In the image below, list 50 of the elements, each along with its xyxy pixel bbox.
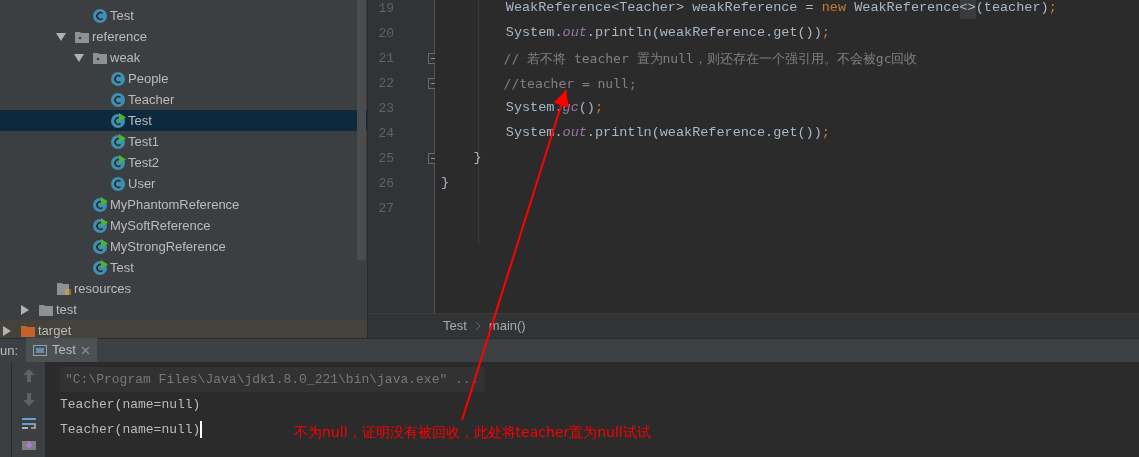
- close-icon[interactable]: [80, 345, 90, 355]
- code-line: }: [472, 149, 483, 168]
- tree-item[interactable]: resources: [0, 278, 367, 299]
- runnable-class-icon: [92, 259, 108, 276]
- breadcrumb[interactable]: Test: [443, 316, 467, 336]
- runnable-class-icon: [92, 238, 108, 255]
- runnable-class-icon: [110, 112, 126, 129]
- console-icon: [33, 343, 48, 357]
- annotation-text: 不为null，证明没有被回收，此处将teacher置为null试试: [294, 423, 651, 442]
- tree-item[interactable]: MySoftReference: [0, 215, 367, 236]
- run-label: un:: [0, 341, 19, 360]
- class-icon: [110, 175, 126, 192]
- code-line: WeakReference<Teacher> weakReference = new WeakReference<>(teacher);: [435, 0, 1139, 21]
- code-line: //teacher = null;: [502, 74, 638, 93]
- class-icon: [110, 70, 126, 87]
- chevron-icon: [474, 321, 481, 331]
- tree-item[interactable]: People: [0, 68, 367, 89]
- tree-item[interactable]: MyStrongReference: [0, 236, 367, 257]
- print-icon[interactable]: [20, 440, 37, 450]
- tree-item[interactable]: Test: [0, 257, 367, 278]
- expanded-arrow-icon[interactable]: [56, 31, 66, 42]
- class-icon: [92, 7, 108, 24]
- console-output: Teacher(name=null): [60, 395, 201, 414]
- tree-item[interactable]: Test1: [0, 131, 367, 152]
- text-cursor: [200, 421, 203, 438]
- tree-item[interactable]: test: [0, 299, 367, 320]
- runnable-class-icon: [92, 217, 108, 234]
- tree-item[interactable]: target: [0, 320, 367, 338]
- tree-item[interactable]: Test2: [0, 152, 367, 173]
- runnable-class-icon: [110, 154, 126, 171]
- class-icon: [110, 91, 126, 108]
- code-line: }: [440, 174, 451, 193]
- runnable-class-icon: [92, 196, 108, 213]
- tree-item[interactable]: Teacher: [0, 89, 367, 110]
- run-tab[interactable]: Test: [26, 338, 97, 362]
- expanded-arrow-icon[interactable]: [74, 52, 84, 63]
- tree-item[interactable]: Test: [0, 110, 367, 131]
- code-line: System.out.println(weakReference.get());: [504, 24, 831, 43]
- runnable-class-icon: [110, 133, 126, 150]
- tree-item[interactable]: weak: [0, 47, 367, 68]
- console-output: Teacher(name=null): [60, 420, 201, 439]
- collapsed-arrow-icon[interactable]: [2, 325, 12, 336]
- scrollbar[interactable]: [357, 0, 366, 260]
- tree-item[interactable]: MyPhantomReference: [0, 194, 367, 215]
- soft-wrap-icon[interactable]: [20, 416, 37, 431]
- collapsed-arrow-icon[interactable]: [20, 304, 30, 315]
- tree-item[interactable]: User: [0, 173, 367, 194]
- resources-folder-icon: [56, 280, 72, 297]
- tree-item[interactable]: reference: [0, 26, 367, 47]
- tree-item[interactable]: Test: [0, 5, 367, 26]
